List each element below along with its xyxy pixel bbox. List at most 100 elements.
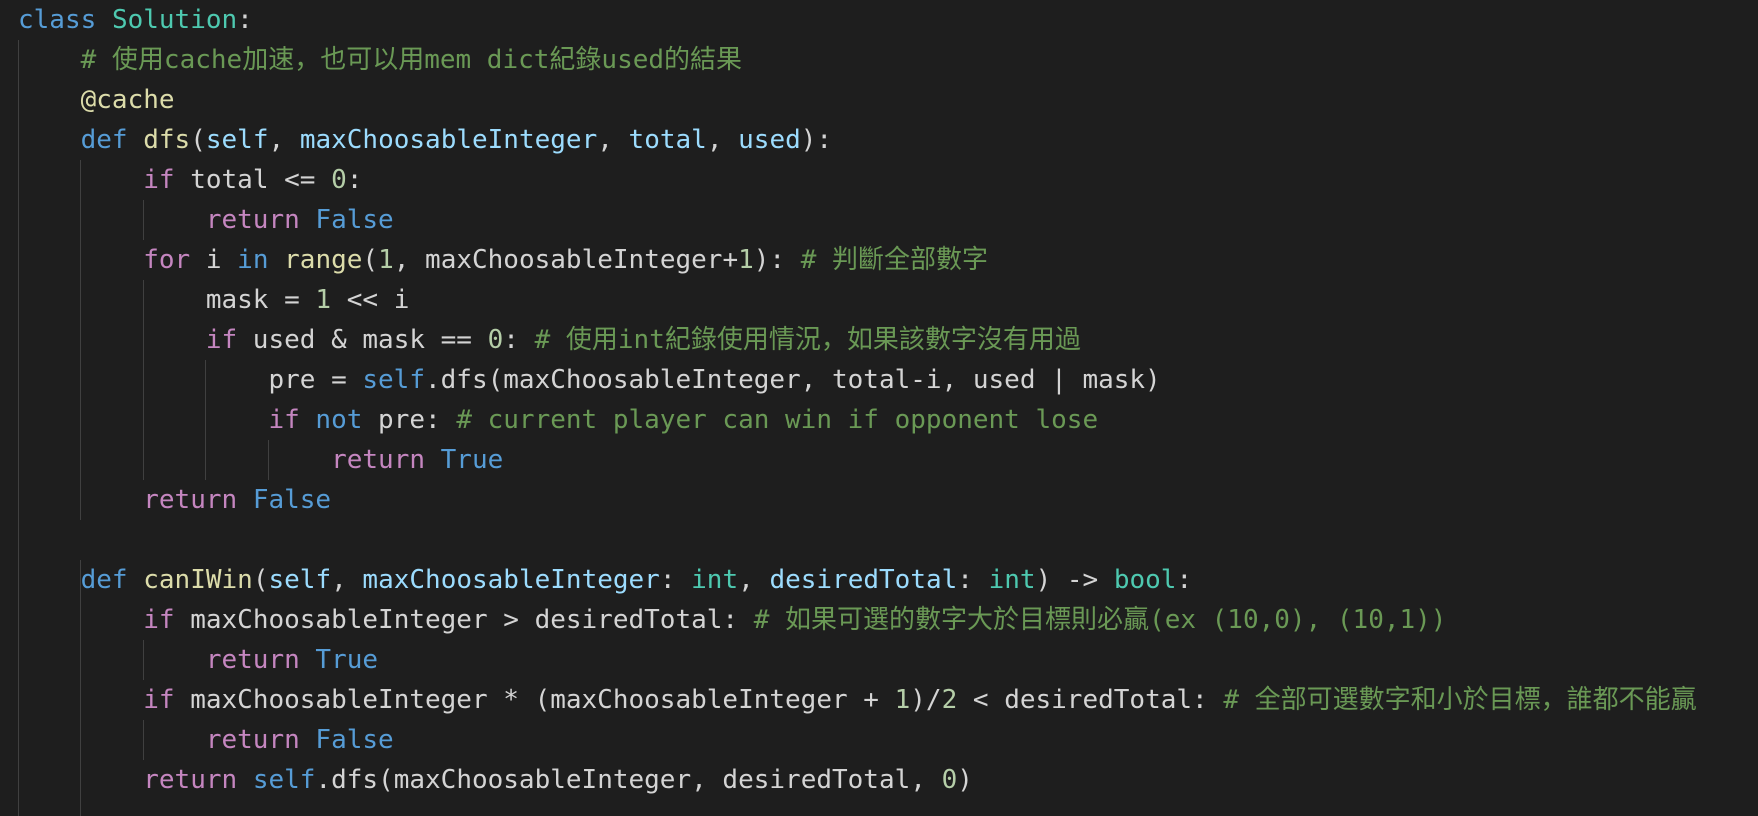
keyword-if: if (268, 405, 300, 435)
code-line-18: if maxChoosableInteger * (maxChoosableIn… (18, 680, 1697, 720)
code-text: .dfs(maxChoosableInteger, desiredTotal, (315, 765, 942, 795)
number: 0 (941, 765, 958, 795)
keyword-in: in (237, 245, 269, 275)
code-text: : (503, 325, 535, 355)
punctuation: : (957, 565, 989, 595)
constant: False (252, 485, 332, 515)
type-bool: bool (1113, 565, 1177, 595)
comment: # 全部可選數字和小於目標，誰都不能贏 (1223, 685, 1697, 715)
code-text: ( (362, 245, 379, 275)
code-line-6: return False (18, 200, 394, 240)
code-line-4: def dfs(self, maxChoosableInteger, total… (18, 120, 832, 160)
code-line-7: for i in range(1, maxChoosableInteger+1)… (18, 240, 988, 280)
keyword-return: return (143, 765, 238, 795)
code-line-1: class Solution: (18, 0, 253, 40)
constant: False (315, 205, 394, 235)
param-self: self (268, 565, 332, 595)
param-max: maxChoosableInteger (362, 565, 660, 595)
punctuation: ) (957, 765, 973, 795)
code-line-12: return True (18, 440, 503, 480)
punctuation: : (1176, 565, 1193, 595)
function-name: canIWin (143, 565, 253, 595)
builtin-range: range (284, 245, 363, 275)
comment: # 如果可選的數字大於目標則必贏(ex (10,0), (10,1)) (753, 605, 1447, 635)
comment: # 使用cache加速，也可以用mem dict紀錄used的結果 (80, 45, 743, 75)
code-text: .dfs(maxChoosableInteger, total-i, used … (425, 365, 1161, 395)
punctuation: , (268, 125, 300, 155)
type-int: int (988, 565, 1036, 595)
keyword-not: not (315, 405, 363, 435)
punctuation: ): (800, 125, 833, 155)
code-text: pre: (362, 405, 457, 435)
code-text: < desiredTotal: (957, 685, 1224, 715)
code-text: maxChoosableInteger * (maxChoosableInteg… (174, 685, 895, 715)
code-line-3: @cache (18, 80, 175, 120)
punctuation: , (331, 565, 363, 595)
punctuation: ( (252, 565, 269, 595)
code-text: )/ (910, 685, 942, 715)
comment: # 判斷全部數字 (800, 245, 989, 275)
constant: True (315, 645, 379, 675)
keyword-if: if (205, 325, 238, 355)
constant: False (315, 725, 394, 755)
code-line-20: return self.dfs(maxChoosableInteger, des… (18, 760, 973, 800)
type-int: int (691, 565, 739, 595)
keyword-return: return (205, 725, 300, 755)
code-line-13: return False (18, 480, 331, 520)
code-line-8: mask = 1 << i (18, 280, 410, 320)
keyword-self: self (252, 765, 316, 795)
param-used: used (738, 125, 801, 155)
number: 1 (315, 285, 332, 315)
comment: # current player can win if opponent los… (456, 405, 1099, 435)
number: 1 (894, 685, 911, 715)
code-text: , maxChoosableInteger+ (393, 245, 739, 275)
punctuation: , (738, 565, 770, 595)
keyword-if: if (143, 165, 175, 195)
code-text: << i (331, 285, 410, 315)
keyword-self: self (362, 365, 425, 395)
code-line-15: def canIWin(self, maxChoosableInteger: i… (18, 560, 1193, 600)
punctuation: ( (190, 125, 206, 155)
constant: True (440, 445, 504, 475)
param-max: maxChoosableInteger (299, 125, 598, 155)
code-line-10: pre = self.dfs(maxChoosableInteger, tota… (18, 360, 1161, 400)
keyword-return: return (331, 445, 425, 475)
keyword-def: def (80, 565, 128, 595)
keyword-return: return (143, 485, 238, 515)
keyword-return: return (205, 205, 300, 235)
code-text: i (190, 245, 238, 275)
code-line-19: return False (18, 720, 394, 760)
punctuation: : (659, 565, 692, 595)
punctuation: , (706, 125, 739, 155)
code-line-2: # 使用cache加速，也可以用mem dict紀錄used的結果 (18, 40, 742, 80)
keyword-class: class (18, 5, 97, 35)
code-line-11: if not pre: # current player can win if … (18, 400, 1098, 440)
code-editor[interactable]: class Solution: # 使用cache加速，也可以用mem dict… (0, 0, 1758, 816)
punctuation: ) -> (1035, 565, 1114, 595)
param-total: total (628, 125, 707, 155)
code-text: maxChoosableInteger > desiredTotal: (174, 605, 754, 635)
number: 0 (487, 325, 504, 355)
code-line-17: return True (18, 640, 378, 680)
punctuation: , (597, 125, 629, 155)
keyword-if: if (143, 685, 175, 715)
param-self: self (205, 125, 269, 155)
code-text: used & mask == (237, 325, 488, 355)
number: 1 (378, 245, 394, 275)
number: 2 (941, 685, 958, 715)
number: 1 (738, 245, 754, 275)
punctuation: : (346, 165, 363, 195)
comment: # 使用int紀錄使用情況，如果該數字沒有用過 (534, 325, 1081, 355)
param-desired: desiredTotal (769, 565, 958, 595)
function-name: dfs (143, 125, 191, 155)
number: 0 (331, 165, 347, 195)
code-line-5: if total <= 0: (18, 160, 362, 200)
keyword-for: for (143, 245, 191, 275)
code-line-16: if maxChoosableInteger > desiredTotal: #… (18, 600, 1446, 640)
decorator: @cache (80, 85, 175, 115)
class-name: Solution (111, 5, 238, 35)
code-text: ): (753, 245, 801, 275)
